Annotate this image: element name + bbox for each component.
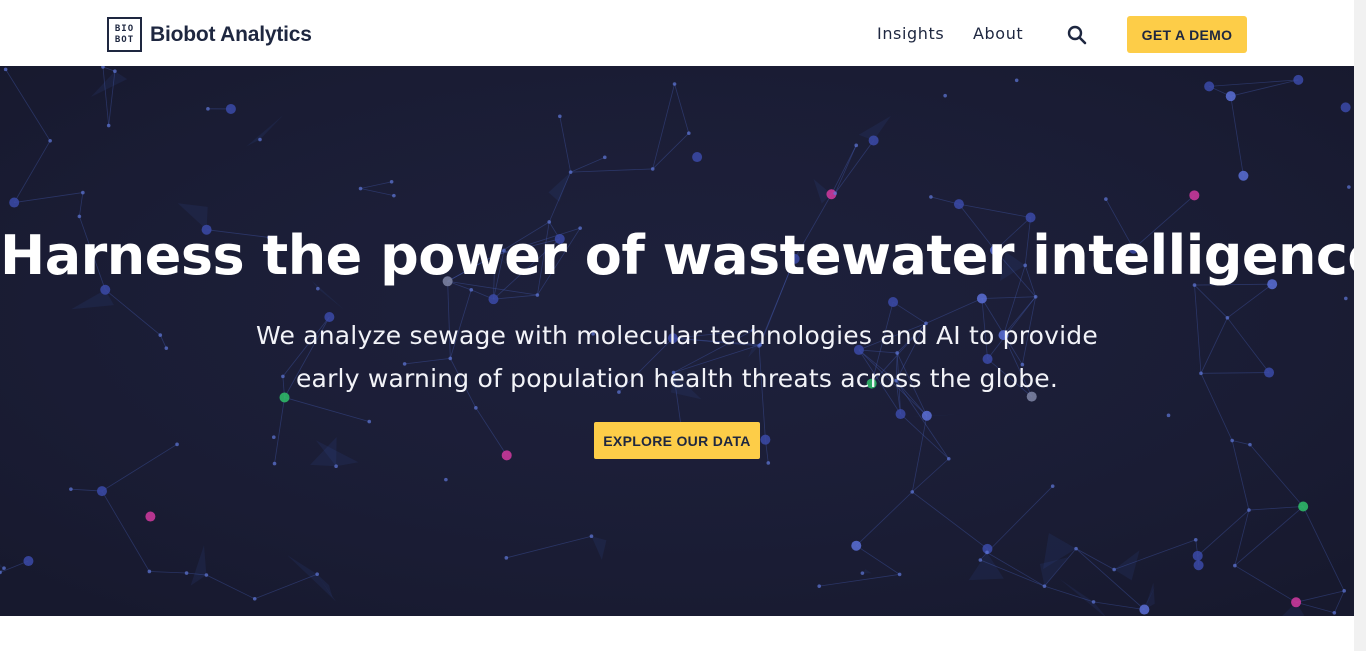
get-demo-button[interactable]: GET A DEMO	[1127, 16, 1247, 53]
search-icon	[1067, 25, 1087, 45]
explore-data-button[interactable]: EXPLORE OUR DATA	[594, 422, 760, 459]
hero-subtitle: We analyze sewage with molecular technol…	[256, 321, 1098, 393]
content-below-hero	[0, 616, 1354, 651]
nav-item-insights: Insights	[877, 0, 944, 66]
logo-text: Biobot Analytics	[150, 22, 312, 46]
nav-link-insights[interactable]: Insights	[877, 24, 944, 43]
site-header: BIO BOT Biobot Analytics Insights About …	[0, 0, 1354, 66]
nav-item-about: About	[973, 0, 1023, 66]
logo-mark-line2: BOT	[114, 34, 135, 45]
scrollbar-thumb[interactable]	[1356, 0, 1364, 620]
logo-mark-line1: BIO	[114, 23, 135, 34]
page-scrollbar[interactable]	[1354, 0, 1366, 651]
hero-title: Harness the power of wastewater intellig…	[0, 224, 1354, 287]
logo-mark: BIO BOT	[107, 17, 142, 52]
hero-section: Harness the power of wastewater intellig…	[0, 66, 1354, 616]
logo-link[interactable]: BIO BOT Biobot Analytics	[107, 17, 312, 52]
nav-link-about[interactable]: About	[973, 24, 1023, 43]
search-button[interactable]	[1066, 24, 1088, 46]
